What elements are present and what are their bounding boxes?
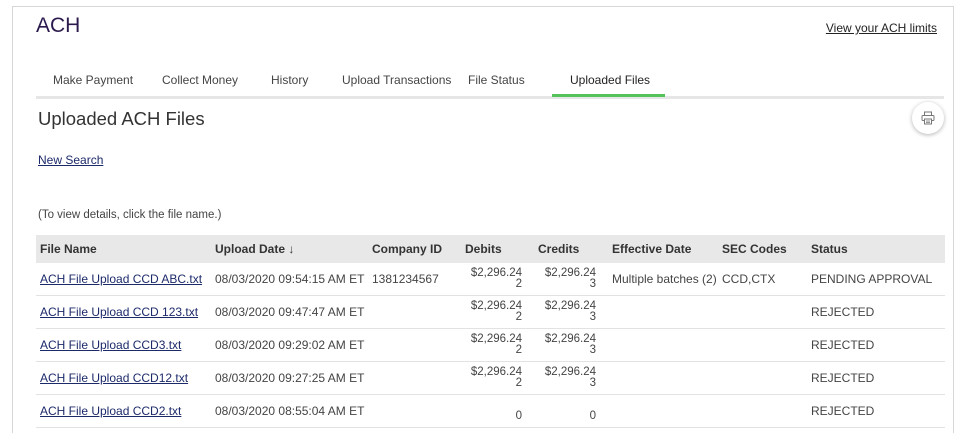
upload-date: 08/03/2020 08:55:04 AM ET [211,394,368,428]
tab-collect-money[interactable]: Collect Money [162,73,238,87]
status-text: REJECTED [807,328,945,362]
company-id: 1381234567 [368,263,461,296]
credits-cell: $2,296.24 3 [534,263,608,296]
status-text: PENDING APPROVAL [807,263,945,296]
company-id [368,328,461,362]
company-id [368,295,461,329]
header-file-name[interactable]: File Name [36,235,211,263]
debits-count: 2 [515,311,522,323]
credits-amount [538,400,596,411]
page-header-title: ACH [36,14,81,37]
tab-uploaded-files[interactable]: Uploaded Files [570,73,650,87]
credits-count: 3 [589,377,596,389]
file-name-link[interactable]: ACH File Upload CCD12.txt [40,371,188,385]
printer-icon [921,111,935,125]
header-debits[interactable]: Debits [461,235,534,263]
credits-cell: $2,296.24 3 [534,328,608,362]
sec-codes [718,361,807,395]
company-id [368,361,461,395]
sec-codes [718,295,807,329]
header-sec-codes[interactable]: SEC Codes [718,235,807,263]
debits-amount: $2,296.24 [470,300,522,312]
table-header-row: File Name Upload Date ↓ Company ID Debit… [36,235,945,263]
sec-codes [718,394,807,428]
file-name-link[interactable]: ACH File Upload CCD ABC.txt [40,272,202,286]
credits-cell: $2,296.24 3 [534,361,608,395]
credits-amount: $2,296.24 [544,300,596,312]
tab-file-status[interactable]: File Status [468,73,525,87]
active-tab-indicator [552,94,665,97]
credits-amount: $2,296.24 [544,333,596,345]
tab-upload-transactions[interactable]: Upload Transactions [342,73,451,87]
credits-count: 3 [589,311,596,323]
credits-count: 3 [589,278,596,290]
debits-cell: 0 [461,394,534,428]
print-button[interactable] [912,102,944,134]
debits-cell: $2,296.24 2 [461,361,534,395]
effective-date [608,361,718,395]
upload-date: 08/03/2020 09:54:15 AM ET [211,263,368,296]
debits-count: 2 [515,344,522,356]
uploaded-files-table: File Name Upload Date ↓ Company ID Debit… [36,235,945,428]
file-name-link[interactable]: ACH File Upload CCD2.txt [40,404,181,418]
header-credits[interactable]: Credits [534,235,608,263]
debits-count: 2 [515,278,522,290]
header-effective-date[interactable]: Effective Date [608,235,718,263]
header-upload-date[interactable]: Upload Date ↓ [211,235,368,263]
tab-history[interactable]: History [271,73,308,87]
tab-make-payment[interactable]: Make Payment [53,73,133,87]
debits-amount [465,400,522,411]
view-ach-limits-link[interactable]: View your ACH limits [826,21,937,35]
debits-amount: $2,296.24 [470,366,522,378]
new-search-link[interactable]: New Search [38,153,103,167]
upload-date: 08/03/2020 09:47:47 AM ET [211,295,368,329]
header-company-id[interactable]: Company ID [368,235,461,263]
status-text: REJECTED [807,295,945,329]
header-status[interactable]: Status [807,235,945,263]
table-row: ACH File Upload CCD3.txt 08/03/2020 09:2… [36,328,945,362]
upload-date: 08/03/2020 09:29:02 AM ET [211,328,368,362]
page-title: Uploaded ACH Files [38,108,205,129]
sec-codes [718,328,807,362]
status-text: REJECTED [807,361,945,395]
tab-bar: Make Payment Collect Money History Uploa… [36,70,944,99]
debits-amount: $2,296.24 [470,333,522,345]
sec-codes: CCD,CTX [718,263,807,296]
table-row: ACH File Upload CCD ABC.txt 08/03/2020 0… [36,263,945,296]
table-row: ACH File Upload CCD 123.txt 08/03/2020 0… [36,295,945,329]
effective-date [608,394,718,428]
debits-cell: $2,296.24 2 [461,263,534,296]
effective-date [608,328,718,362]
debits-count: 2 [515,377,522,389]
debits-count: 0 [515,410,522,422]
credits-amount: $2,296.24 [544,267,596,279]
file-name-link[interactable]: ACH File Upload CCD3.txt [40,338,181,352]
debits-cell: $2,296.24 2 [461,328,534,362]
company-id [368,394,461,428]
instruction-text: (To view details, click the file name.) [38,209,222,221]
credits-count: 3 [589,344,596,356]
debits-cell: $2,296.24 2 [461,295,534,329]
credits-cell: 0 [534,394,608,428]
upload-date: 08/03/2020 09:27:25 AM ET [211,361,368,395]
credits-count: 0 [589,410,596,422]
effective-date [608,295,718,329]
status-text: REJECTED [807,394,945,428]
file-name-link[interactable]: ACH File Upload CCD 123.txt [40,305,198,319]
table-row: ACH File Upload CCD12.txt 08/03/2020 09:… [36,361,945,395]
effective-date: Multiple batches (2) [608,263,718,296]
table-row: ACH File Upload CCD2.txt 08/03/2020 08:5… [36,394,945,428]
credits-amount: $2,296.24 [544,366,596,378]
debits-amount: $2,296.24 [470,267,522,279]
credits-cell: $2,296.24 3 [534,295,608,329]
